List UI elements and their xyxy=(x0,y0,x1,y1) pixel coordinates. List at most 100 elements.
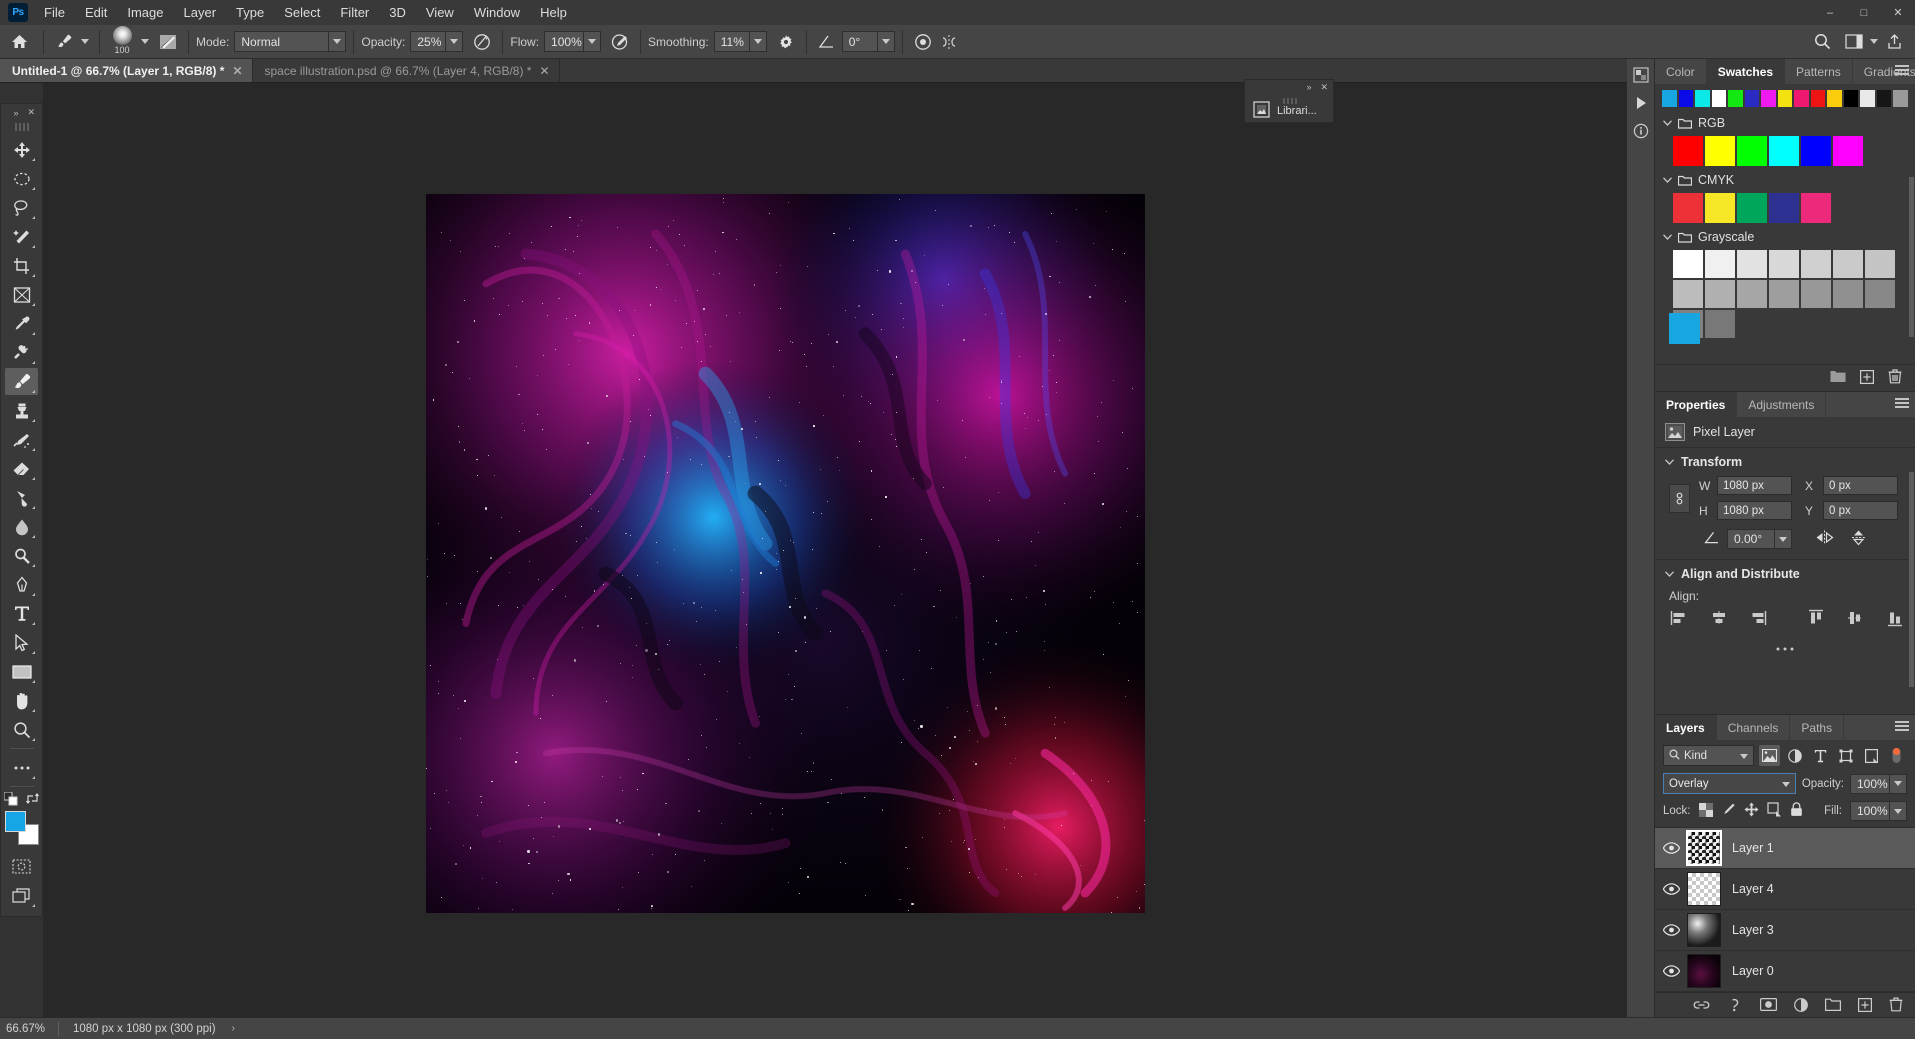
swatch-group-header[interactable]: CMYK xyxy=(1655,170,1915,190)
swatch-cell[interactable] xyxy=(1769,136,1799,166)
swap-colors-icon[interactable] xyxy=(26,792,39,808)
eyedropper-tool[interactable] xyxy=(5,310,38,337)
align-vertical-centers-icon[interactable] xyxy=(1845,607,1866,629)
status-expand-icon[interactable]: › xyxy=(232,1023,235,1034)
move-tool[interactable] xyxy=(5,136,38,163)
swatch-cell[interactable] xyxy=(1833,136,1863,166)
panel-menu-icon[interactable] xyxy=(1895,65,1909,77)
swatch-cell[interactable] xyxy=(1794,90,1809,107)
collapse-icon[interactable]: » xyxy=(1306,82,1311,92)
screen-mode-icon[interactable] xyxy=(5,882,38,909)
blur-tool[interactable] xyxy=(5,513,38,540)
type-tool[interactable] xyxy=(5,600,38,627)
swatch-cell[interactable] xyxy=(1705,280,1735,308)
layer-visibility-icon[interactable] xyxy=(1655,883,1687,895)
brush-settings-icon[interactable] xyxy=(155,29,181,55)
filter-type-icon[interactable] xyxy=(1810,745,1830,766)
drag-grip[interactable] xyxy=(14,123,29,131)
spot-healing-brush-tool[interactable] xyxy=(5,339,38,366)
search-icon[interactable] xyxy=(1809,29,1835,55)
tab-adjustments[interactable]: Adjustments xyxy=(1737,392,1827,417)
eraser-tool[interactable] xyxy=(5,455,38,482)
filter-kind-select[interactable]: Kind xyxy=(1663,745,1755,766)
more-options-icon[interactable] xyxy=(1775,641,1795,655)
tab-patterns[interactable]: Patterns xyxy=(1785,59,1853,84)
chevron-down-icon[interactable] xyxy=(1890,773,1907,794)
opacity-combo[interactable]: 25% xyxy=(410,31,464,52)
chevron-down-icon[interactable] xyxy=(1890,801,1907,821)
layer-visibility-icon[interactable] xyxy=(1655,842,1687,854)
brush-tool[interactable] xyxy=(5,368,38,395)
layer-visibility-icon[interactable] xyxy=(1655,965,1687,977)
panel-menu-icon[interactable] xyxy=(1895,721,1909,733)
chevron-down-icon[interactable] xyxy=(1781,778,1790,790)
frame-tool[interactable] xyxy=(5,281,38,308)
swatch-cell[interactable] xyxy=(1769,280,1799,308)
layer-thumbnail[interactable] xyxy=(1687,954,1721,988)
recent-swatches-strip[interactable] xyxy=(1655,84,1915,113)
chevron-down-icon[interactable] xyxy=(329,31,347,52)
hand-tool[interactable] xyxy=(5,687,38,714)
align-section-header[interactable]: Align and Distribute xyxy=(1655,562,1915,586)
zoom-tool[interactable] xyxy=(5,716,38,743)
layer-row[interactable]: Layer 4 xyxy=(1655,869,1915,910)
blend-mode-value[interactable]: Normal xyxy=(234,31,330,52)
align-left-edges-icon[interactable] xyxy=(1669,607,1690,629)
align-right-edges-icon[interactable] xyxy=(1748,607,1769,629)
swatch-cell[interactable] xyxy=(1737,136,1767,166)
rotation-input[interactable]: 0.00° xyxy=(1727,529,1775,549)
angle-value[interactable]: 0° xyxy=(841,31,878,52)
brush-preset-icon[interactable] xyxy=(51,29,77,55)
layer-thumbnail[interactable] xyxy=(1687,872,1721,906)
maximize-button[interactable]: □ xyxy=(1847,0,1881,25)
swatch-cell[interactable] xyxy=(1662,90,1677,107)
filter-toggle-icon[interactable] xyxy=(1887,745,1907,766)
swatch-cell[interactable] xyxy=(1833,250,1863,278)
swatch-cell[interactable] xyxy=(1705,136,1735,166)
brush-preset-caret-icon[interactable] xyxy=(77,29,92,55)
menu-file[interactable]: File xyxy=(34,1,75,24)
swatches-scrollbar[interactable] xyxy=(1909,177,1914,337)
lock-artboard-nesting-icon[interactable] xyxy=(1766,802,1782,820)
chevron-down-icon[interactable] xyxy=(1663,232,1672,242)
layer-fill-value[interactable]: 100% xyxy=(1850,801,1890,821)
zoom-level[interactable]: 66.67% xyxy=(0,1023,58,1035)
swatch-cell[interactable] xyxy=(1865,250,1895,278)
close-icon[interactable]: ✕ xyxy=(539,64,549,78)
swatch-grid-cmyk[interactable] xyxy=(1655,190,1915,227)
swatch-cell[interactable] xyxy=(1673,193,1703,223)
layer-row[interactable]: Layer 3 xyxy=(1655,910,1915,951)
new-swatch-icon[interactable] xyxy=(1860,369,1875,387)
flow-combo[interactable]: 100% xyxy=(544,31,602,52)
menu-type[interactable]: Type xyxy=(226,1,274,24)
filter-smart-object-icon[interactable] xyxy=(1861,745,1881,766)
minimize-button[interactable]: – xyxy=(1813,0,1847,25)
layer-name[interactable]: Layer 1 xyxy=(1732,841,1774,855)
path-selection-tool[interactable] xyxy=(5,629,38,656)
x-input[interactable]: 0 px xyxy=(1823,476,1898,495)
menu-edit[interactable]: Edit xyxy=(75,1,117,24)
layer-style-icon[interactable] xyxy=(1727,998,1743,1015)
menu-select[interactable]: Select xyxy=(274,1,330,24)
rectangle-tool[interactable] xyxy=(5,658,38,685)
layer-opacity-combo[interactable]: 100% xyxy=(1850,773,1907,794)
menu-window[interactable]: Window xyxy=(464,1,530,24)
layer-fill-combo[interactable]: 100% xyxy=(1850,801,1907,821)
layer-name[interactable]: Layer 0 xyxy=(1732,964,1774,978)
brush-settings-caret-icon[interactable] xyxy=(137,29,152,55)
history-brush-tool[interactable] xyxy=(5,426,38,453)
align-bottom-edges-icon[interactable] xyxy=(1885,607,1906,629)
tab-layers[interactable]: Layers xyxy=(1655,715,1717,740)
canvas-area[interactable] xyxy=(43,83,1627,1017)
swatch-cell[interactable] xyxy=(1705,250,1735,278)
gradient-tool[interactable] xyxy=(5,484,38,511)
foreground-color-swatch[interactable] xyxy=(4,811,26,832)
new-group-icon[interactable] xyxy=(1830,370,1846,386)
height-input[interactable]: 1080 px xyxy=(1717,501,1792,520)
swatch-cell[interactable] xyxy=(1810,90,1826,107)
y-input[interactable]: 0 px xyxy=(1823,501,1898,520)
swatch-group-header[interactable]: RGB xyxy=(1655,113,1915,133)
swatch-cell[interactable] xyxy=(1827,90,1842,107)
chevron-down-icon[interactable] xyxy=(1663,118,1672,128)
chevron-down-icon[interactable] xyxy=(1867,29,1881,55)
